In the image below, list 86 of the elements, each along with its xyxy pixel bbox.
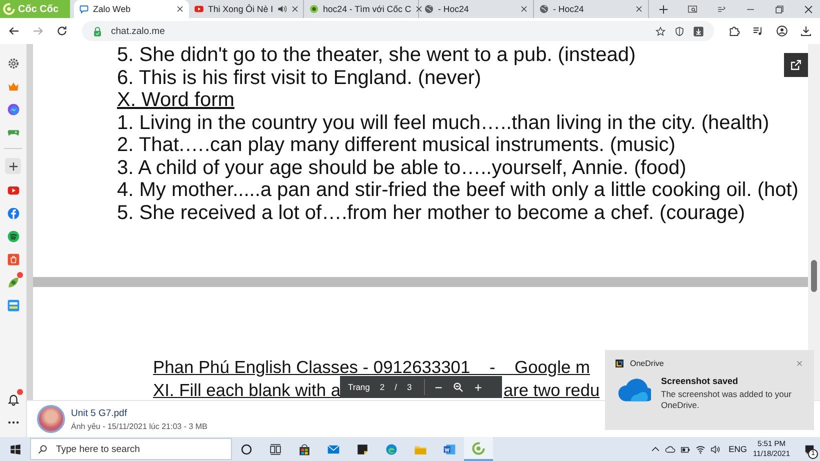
windows-icon [8,442,22,456]
language-indicator[interactable]: ENG [728,444,748,454]
document-text: 4. My mother.....a pan and stir-fried the beef with only a little cooking oil. (hot) [117,179,798,202]
task-view-icon [269,442,282,456]
tab-title: - Hoc24 [553,4,585,14]
shield-icon[interactable] [674,26,685,36]
document-text: are two redu [504,378,600,400]
external-link-icon [789,58,803,72]
document-text: 1. Living in the country you will feel much…..than living in the city. (health) [117,112,770,134]
close-icon[interactable] [176,5,184,13]
close-icon[interactable] [803,4,814,14]
zoom-icon[interactable] [452,381,464,393]
bell-icon[interactable] [6,392,20,406]
cloud-icon[interactable] [664,444,676,454]
speaker-icon[interactable] [277,4,288,14]
toast-message: The screenshot was added to your OneDrive. [661,389,792,411]
toast-title: Screenshot saved [661,376,740,386]
page-label: Trang [348,382,370,392]
tab-title: - Hoc24 [438,4,470,14]
browser-tab[interactable]: Zalo Web [74,0,189,18]
tab-title: Zalo Web [93,4,132,14]
list-icon[interactable] [716,4,727,14]
document-text: 2. That.….can play many different musical instruments. (music) [117,134,676,156]
file-meta: Ánh yêu - 15/11/2021 lúc 21:03 - 3 MB [71,422,208,430]
expand-button[interactable] [784,53,808,77]
play-icon[interactable] [6,184,20,196]
store-icon [298,442,311,456]
page-number[interactable]: 2 [380,382,385,392]
avatar [37,405,65,433]
toast-app-name: OneDrive [630,359,664,368]
zoom-out-button[interactable]: − [434,380,442,394]
close-icon[interactable] [291,5,300,13]
wifi-icon[interactable] [694,444,706,454]
url-text: chat.zalo.me [111,26,165,36]
facebook-icon[interactable] [6,206,20,220]
back-icon[interactable] [8,25,20,37]
circle-icon [240,442,253,456]
playlist-icon[interactable] [752,25,764,37]
document-icon [443,442,456,456]
mail-icon [327,442,340,456]
account-icon[interactable] [776,25,788,37]
close-icon[interactable] [415,5,424,13]
leaf-icon[interactable] [6,276,20,288]
volume-icon[interactable] [710,444,721,454]
file-name[interactable]: Unit 5 G7.pdf [71,408,208,418]
chat-bubble-icon [79,4,89,14]
plus-icon[interactable] [658,4,669,14]
page-total: 3 [407,382,412,392]
settings-icon[interactable] [6,56,20,70]
play-icon [194,4,204,14]
restore-icon[interactable] [774,4,785,14]
app-icon [615,359,624,368]
download-icon[interactable] [800,25,812,37]
document-text: 5. She received a lot of….from her mother to become a chef. (courage) [117,202,746,224]
music-icon[interactable] [6,230,20,242]
puzzle-icon[interactable] [728,25,740,37]
document-text: 5. She didn't go to the theater, she went to a pub. (instead) [117,44,636,66]
close-icon[interactable] [635,5,643,13]
note-icon [356,442,369,456]
zoom-in-button[interactable]: + [474,380,482,394]
document-text: 6. This is his first visit to England. (never) [117,66,482,89]
reload-icon[interactable] [56,25,68,37]
scrollbar-thumb[interactable] [811,260,817,292]
download-icon[interactable] [693,26,704,36]
logo-icon [3,3,15,15]
globe-icon [424,4,434,14]
browser-icon [472,442,485,454]
shopping-bag-icon[interactable] [6,252,20,266]
lock-icon [92,26,103,36]
star-icon[interactable] [655,26,666,36]
address-bar[interactable]: chat.zalo.me [82,21,714,41]
document-text: X. Word form [117,89,234,112]
browser-icon [385,442,398,456]
tab-search-icon[interactable] [687,4,698,14]
messenger-icon[interactable] [6,102,20,116]
shop-icon[interactable] [6,298,20,312]
tab-title: Thi Xong Ôi Nè I [208,4,274,14]
search-field[interactable]: Type here to search [30,438,232,460]
document-text: Phan Phú English Classes - 0912633301 - Google m [153,356,590,378]
document-text: 3. A child of your age should be able to…..yourself, Annie. (food) [117,156,686,179]
search-icon [37,444,48,454]
site-icon [309,4,319,14]
tab-title: hoc24 - Tìm với Cốc C [323,4,412,14]
globe-icon [539,4,549,14]
page-separator: / [394,382,397,392]
close-icon[interactable] [520,5,528,13]
